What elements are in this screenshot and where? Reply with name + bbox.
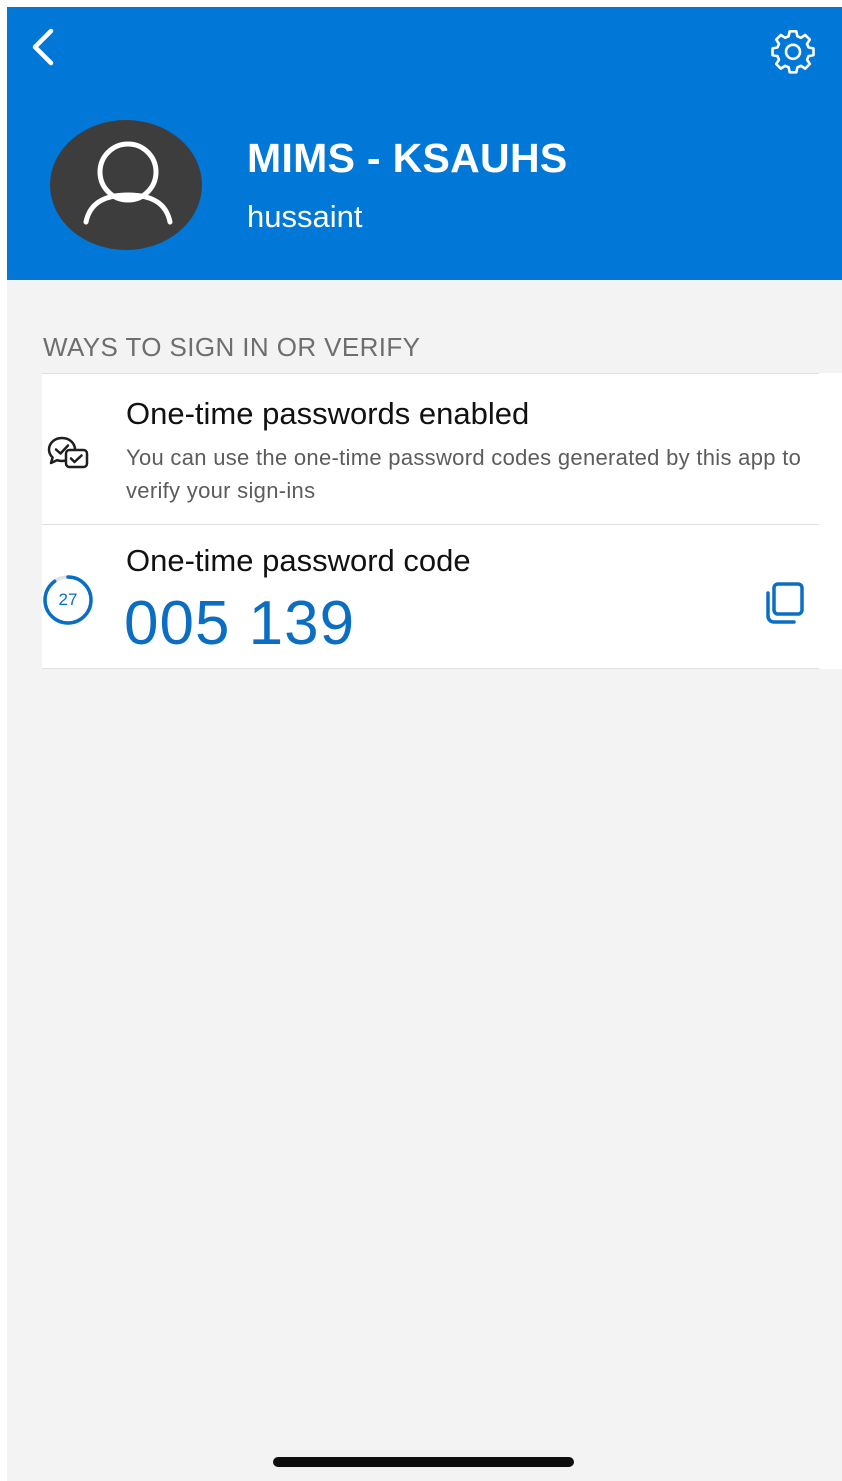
otp-enabled-title: One-time passwords enabled (126, 396, 530, 431)
otp-code-value[interactable]: 005 139 (124, 588, 355, 659)
otp-code-row: 27 One-time password code 005 139 (42, 524, 819, 669)
person-icon (83, 141, 173, 225)
authenticator-account-screen: MIMS - KSAUHS hussaint WAYS TO SIGN IN O… (7, 7, 842, 1481)
verified-chat-icon (47, 436, 89, 469)
section-title: WAYS TO SIGN IN OR VERIFY (43, 332, 421, 362)
account-header: MIMS - KSAUHS hussaint (7, 7, 842, 280)
account-name: MIMS - KSAUHS (247, 135, 568, 181)
copy-button[interactable] (762, 580, 808, 626)
chevron-left-icon (32, 28, 54, 66)
countdown-timer: 27 (42, 574, 94, 626)
settings-button[interactable] (767, 25, 819, 77)
otp-enabled-row: One-time passwords enabled You can use t… (42, 373, 819, 525)
avatar (50, 120, 202, 250)
timer-seconds: 27 (58, 590, 78, 609)
sign-in-methods-list: One-time passwords enabled You can use t… (42, 373, 842, 669)
gear-icon (771, 30, 815, 74)
home-indicator (273, 1457, 574, 1467)
account-username: hussaint (247, 199, 363, 234)
copy-icon (766, 582, 804, 624)
back-button[interactable] (21, 25, 65, 69)
otp-enabled-description: You can use the one-time password codes … (126, 445, 802, 503)
otp-code-title: One-time password code (126, 543, 471, 578)
